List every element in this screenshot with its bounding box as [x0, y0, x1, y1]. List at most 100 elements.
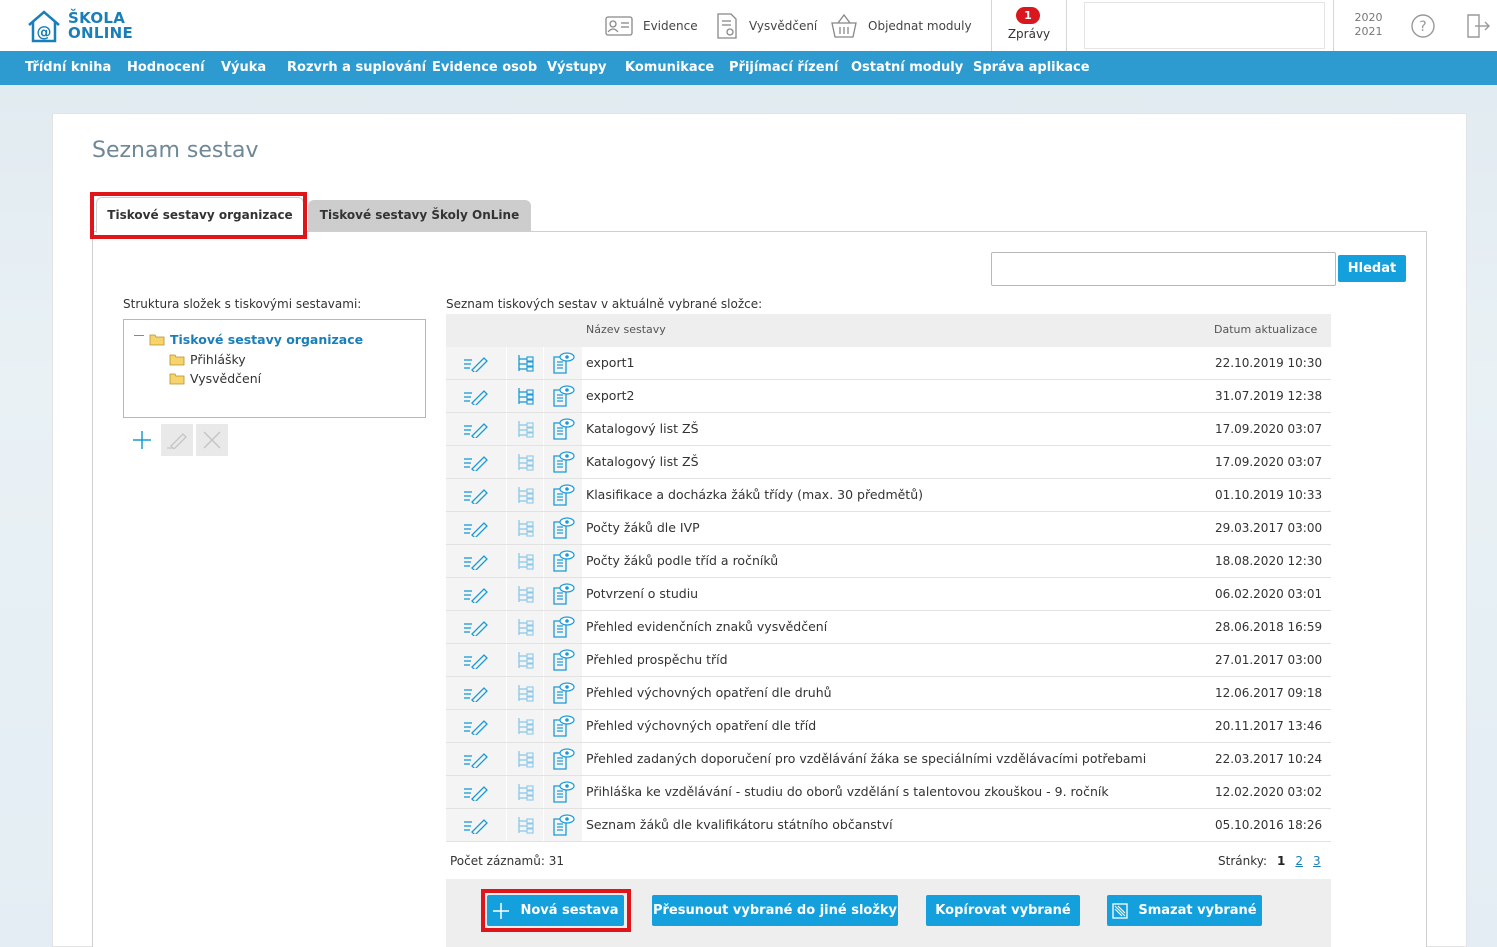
nav-komunikace[interactable]: Komunikace	[625, 51, 714, 85]
table-row[interactable]: Katalogový list ZŠ 17.09.2020 03:07	[446, 446, 1331, 479]
top-search-area[interactable]	[1084, 2, 1325, 49]
messages-button[interactable]: 1 Zprávy	[991, 0, 1067, 51]
preview-button[interactable]	[544, 677, 582, 709]
structure-button[interactable]	[507, 776, 543, 808]
edit-report-button[interactable]	[446, 710, 506, 742]
edit-report-button[interactable]	[446, 380, 506, 412]
structure-button[interactable]	[507, 512, 543, 544]
edit-report-button[interactable]	[446, 644, 506, 676]
nav-prijimaci-rizeni[interactable]: Přijímací řízení	[729, 51, 838, 85]
table-row[interactable]: Přehled výchovných opatření dle tříd 20.…	[446, 710, 1331, 743]
move-selected-button[interactable]: Přesunout vybrané do jiné složky	[652, 895, 898, 926]
table-row[interactable]: export1 22.10.2019 10:30	[446, 347, 1331, 380]
structure-button[interactable]	[507, 446, 543, 478]
table-row[interactable]: Přehled zadaných doporučení pro vzdělává…	[446, 743, 1331, 776]
school-year-selector[interactable]: 2020 2021	[1333, 0, 1403, 51]
structure-button[interactable]	[507, 545, 543, 577]
nav-rozvrh[interactable]: Rozvrh a suplování	[287, 51, 426, 85]
structure-button[interactable]	[507, 479, 543, 511]
nav-hodnoceni[interactable]: Hodnocení	[127, 51, 205, 85]
logo-text: ŠKOLA ONLINE	[68, 11, 133, 41]
page-1[interactable]: 1	[1277, 854, 1285, 868]
preview-button[interactable]	[544, 479, 582, 511]
nav-vystupy[interactable]: Výstupy	[547, 51, 607, 85]
table-row[interactable]: Přihláška ke vzdělávání - studiu do obor…	[446, 776, 1331, 809]
delete-folder-button[interactable]	[196, 424, 228, 456]
nav-tridni-kniha[interactable]: Třídní kniha	[25, 51, 111, 85]
table-row[interactable]: Klasifikace a docházka žáků třídy (max. …	[446, 479, 1331, 512]
structure-button[interactable]	[507, 809, 543, 841]
table-row[interactable]: Přehled evidenčních znaků vysvědčení 28.…	[446, 611, 1331, 644]
structure-button[interactable]	[507, 380, 543, 412]
app-logo[interactable]: @ ŠKOLA ONLINE	[26, 7, 133, 45]
table-row[interactable]: Počty žáků podle tříd a ročníků 18.08.20…	[446, 545, 1331, 578]
structure-button[interactable]	[507, 578, 543, 610]
nav-evidence-osob[interactable]: Evidence osob	[432, 51, 537, 85]
table-row[interactable]: Katalogový list ZŠ 17.09.2020 03:07	[446, 413, 1331, 446]
tab-organization-reports[interactable]: Tiskové sestavy organizace	[96, 197, 304, 233]
page-3-link[interactable]: 3	[1313, 854, 1321, 868]
preview-button[interactable]	[544, 776, 582, 808]
structure-button[interactable]	[507, 347, 543, 379]
search-button[interactable]: Hledat	[1338, 255, 1406, 282]
edit-report-button[interactable]	[446, 611, 506, 643]
structure-button[interactable]	[507, 413, 543, 445]
table-row[interactable]: Přehled výchovných opatření dle druhů 12…	[446, 677, 1331, 710]
delete-selected-button[interactable]: Smazat vybrané	[1107, 895, 1262, 926]
structure-button[interactable]	[507, 611, 543, 643]
collapse-icon[interactable]	[134, 335, 144, 336]
structure-button[interactable]	[507, 743, 543, 775]
preview-button[interactable]	[544, 644, 582, 676]
structure-button[interactable]	[507, 710, 543, 742]
edit-report-button[interactable]	[446, 809, 506, 841]
edit-report-button[interactable]	[446, 512, 506, 544]
page-2-link[interactable]: 2	[1295, 854, 1303, 868]
tree-item-vysvedceni[interactable]: Vysvědčení	[169, 371, 261, 386]
structure-button[interactable]	[507, 677, 543, 709]
preview-button[interactable]	[544, 545, 582, 577]
preview-button[interactable]	[544, 512, 582, 544]
preview-button[interactable]	[544, 380, 582, 412]
nav-vyuka[interactable]: Výuka	[221, 51, 266, 85]
edit-report-button[interactable]	[446, 578, 506, 610]
preview-button[interactable]	[544, 611, 582, 643]
logout-icon[interactable]	[1465, 13, 1491, 39]
tree-item-prihlasky[interactable]: Přihlášky	[169, 352, 246, 367]
preview-button[interactable]	[544, 743, 582, 775]
edit-report-button[interactable]	[446, 545, 506, 577]
edit-folder-button[interactable]	[161, 424, 193, 456]
preview-button[interactable]	[544, 578, 582, 610]
edit-report-button[interactable]	[446, 413, 506, 445]
table-row[interactable]: Počty žáků dle IVP 29.03.2017 03:00	[446, 512, 1331, 545]
preview-button[interactable]	[544, 413, 582, 445]
evidence-menu[interactable]: Evidence	[605, 0, 698, 51]
preview-button[interactable]	[544, 710, 582, 742]
edit-report-button[interactable]	[446, 446, 506, 478]
new-report-button[interactable]: Nová sestava	[487, 895, 624, 926]
column-header-name[interactable]: Název sestavy	[586, 323, 666, 336]
edit-report-button[interactable]	[446, 479, 506, 511]
column-header-date[interactable]: Datum aktualizace	[1214, 323, 1317, 336]
help-icon[interactable]: ?	[1410, 13, 1436, 39]
objednat-moduly-menu[interactable]: Objednat moduly	[830, 0, 972, 51]
preview-button[interactable]	[544, 809, 582, 841]
add-folder-button[interactable]	[126, 424, 158, 456]
table-row[interactable]: Přehled prospěchu tříd 27.01.2017 03:00	[446, 644, 1331, 677]
structure-button[interactable]	[507, 644, 543, 676]
nav-sprava-aplikace[interactable]: Správa aplikace	[973, 51, 1090, 85]
table-row[interactable]: Seznam žáků dle kvalifikátoru státního o…	[446, 809, 1331, 842]
edit-report-button[interactable]	[446, 743, 506, 775]
edit-report-button[interactable]	[446, 347, 506, 379]
table-row[interactable]: export2 31.07.2019 12:38	[446, 380, 1331, 413]
tree-root[interactable]: Tiskové sestavy organizace	[149, 332, 363, 347]
preview-button[interactable]	[544, 347, 582, 379]
edit-report-button[interactable]	[446, 776, 506, 808]
nav-ostatni-moduly[interactable]: Ostatní moduly	[851, 51, 963, 85]
copy-selected-button[interactable]: Kopírovat vybrané	[926, 895, 1080, 926]
tab-skola-online-reports[interactable]: Tiskové sestavy Školy OnLine	[308, 200, 531, 232]
preview-button[interactable]	[544, 446, 582, 478]
vysvedceni-menu[interactable]: Vysvědčení	[715, 0, 817, 51]
edit-report-button[interactable]	[446, 677, 506, 709]
search-input[interactable]	[991, 252, 1336, 286]
table-row[interactable]: Potvrzení o studiu 06.02.2020 03:01	[446, 578, 1331, 611]
